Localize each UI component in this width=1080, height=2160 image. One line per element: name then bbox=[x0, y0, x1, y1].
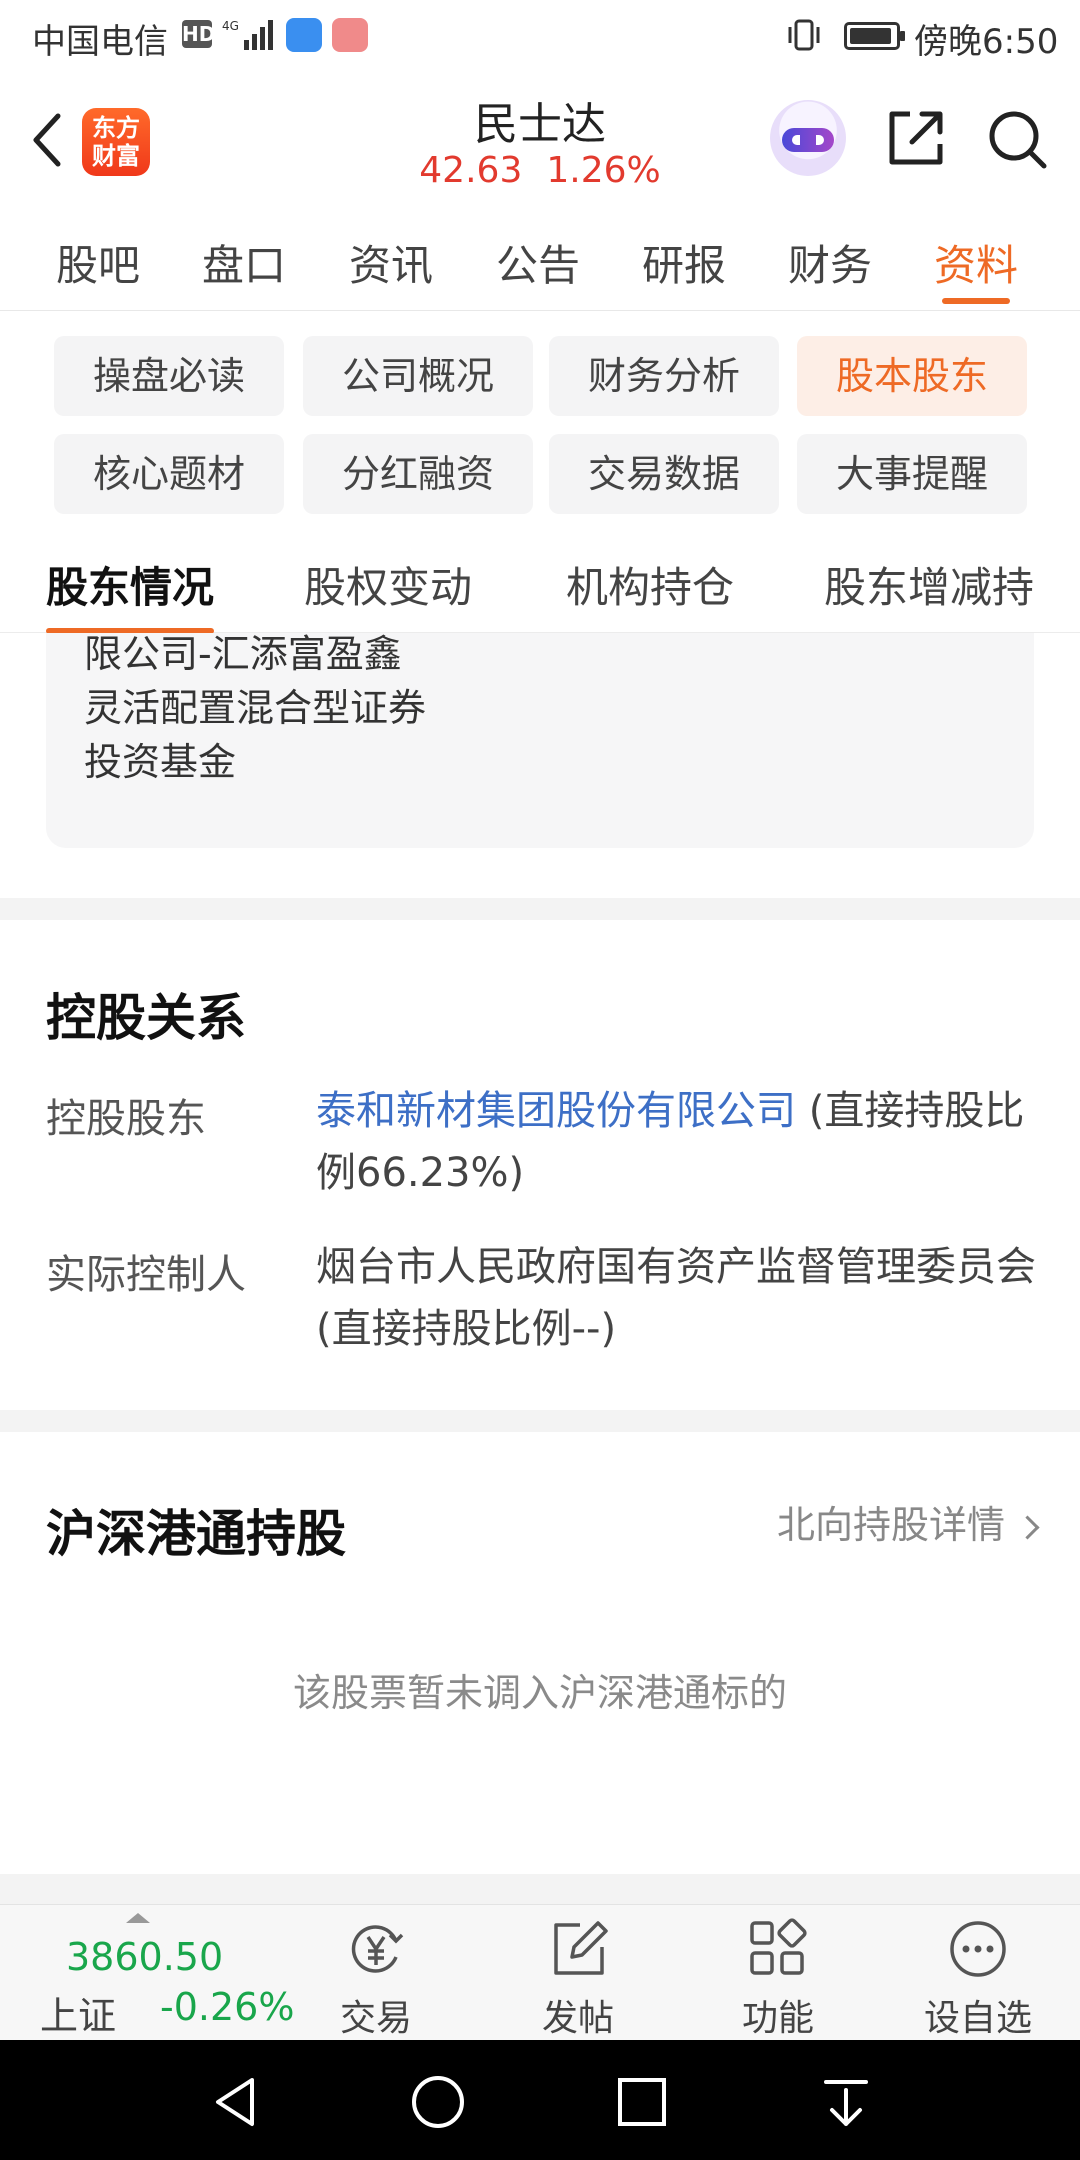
tab-announcements[interactable]: 公告 bbox=[496, 232, 580, 293]
shield-app-icon bbox=[286, 18, 322, 52]
stock-price: 42.63 bbox=[419, 150, 523, 191]
nav-home-icon[interactable] bbox=[408, 2072, 468, 2132]
subtab-label: 股东情况 bbox=[46, 563, 215, 612]
tab-profile[interactable]: 资料 bbox=[934, 232, 1019, 304]
clock: 傍晚6:50 bbox=[914, 22, 1059, 62]
controlling-shareholder-value: 泰和新材集团股份有限公司 (直接持股比例66.23%) bbox=[316, 1080, 1036, 1204]
subtab-institutional-holdings[interactable]: 机构持仓 bbox=[566, 554, 734, 615]
tab-label: 财务 bbox=[788, 241, 873, 290]
signal-icon: 4G bbox=[222, 19, 273, 50]
subtab-label: 机构持仓 bbox=[566, 563, 735, 612]
functions-grid-icon bbox=[750, 1918, 807, 1975]
northbound-details-label: 北向持股详情 bbox=[776, 1503, 1005, 1547]
sub-tab-bar: 股东情况 股权变动 机构持仓 股东增减持 bbox=[0, 540, 1080, 634]
tab-label: 资料 bbox=[934, 241, 1019, 290]
store-app-icon bbox=[332, 18, 368, 52]
tab-news[interactable]: 资讯 bbox=[349, 232, 433, 293]
northbound-details-link[interactable]: 北向持股详情 bbox=[776, 1494, 1040, 1549]
logo-text-bottom: 财富 bbox=[92, 142, 140, 170]
category-shareholders[interactable]: 股本股东 bbox=[797, 336, 1027, 416]
subtab-equity-changes[interactable]: 股权变动 bbox=[304, 554, 472, 615]
active-tab-indicator bbox=[942, 298, 1010, 304]
app-logo[interactable]: 东方 财富 bbox=[82, 108, 150, 176]
actual-controller-value: 烟台市人民政府国有资产监督管理委员会 (直接持股比例--) bbox=[316, 1236, 1036, 1360]
holding-relation-title: 控股关系 bbox=[46, 989, 246, 1047]
carrier-name: 中国电信 bbox=[32, 22, 168, 62]
index-name: 上证 bbox=[40, 1994, 117, 2038]
category-company-overview[interactable]: 公司概况 bbox=[303, 336, 533, 416]
search-icon[interactable] bbox=[984, 106, 1050, 172]
add-watchlist-button[interactable]: 设自选 bbox=[918, 1917, 1038, 2041]
tab-research[interactable]: 研报 bbox=[642, 232, 726, 293]
controlling-shareholder-label: 控股股东 bbox=[46, 1096, 206, 1142]
nav-notifications-icon[interactable] bbox=[816, 2072, 876, 2132]
category-dividends-financing[interactable]: 分红融资 bbox=[303, 434, 533, 514]
stock-header: 东方 财富 民士达 42.63 1.26% bbox=[0, 72, 1080, 207]
more-dots-icon bbox=[950, 1921, 1006, 1977]
tab-guba[interactable]: 股吧 bbox=[56, 232, 140, 293]
tab-label: 盘口 bbox=[202, 241, 287, 290]
subtab-holding-changes[interactable]: 股东增减持 bbox=[824, 554, 1034, 615]
ai-assistant-robot-icon[interactable] bbox=[770, 100, 846, 176]
post-label: 发帖 bbox=[541, 1998, 614, 2039]
share-icon[interactable] bbox=[884, 106, 948, 170]
status-bar: 中国电信 HD 4G 傍晚6:50 bbox=[0, 0, 1080, 72]
logo-text-top: 东方 bbox=[92, 114, 140, 142]
fund-name-line: 投资基金 bbox=[84, 740, 237, 784]
fund-name-line: 限公司-汇添富盈鑫 bbox=[84, 632, 402, 676]
category-financial-analysis[interactable]: 财务分析 bbox=[549, 336, 779, 416]
section-divider bbox=[0, 1410, 1080, 1432]
subtab-label: 股权变动 bbox=[304, 563, 473, 612]
tab-label: 资讯 bbox=[349, 241, 434, 290]
hk-connect-title: 沪深港通持股 bbox=[46, 1505, 346, 1563]
actual-controller-ratio: (直接持股比例--) bbox=[316, 1306, 617, 1352]
post-button[interactable]: 发帖 bbox=[518, 1917, 638, 2041]
hk-connect-empty-note: 该股票暂未调入沪深港通标的 bbox=[292, 1671, 787, 1715]
hd-badge-icon: HD bbox=[182, 20, 216, 48]
section-divider bbox=[0, 1874, 1080, 1904]
subtab-shareholder-status[interactable]: 股东情况 bbox=[46, 554, 215, 634]
nav-recents-icon[interactable] bbox=[612, 2072, 672, 2132]
category-trading-data[interactable]: 交易数据 bbox=[549, 434, 779, 514]
fund-holder-card: 限公司-汇添富盈鑫 灵活配置混合型证券 投资基金 bbox=[46, 632, 1034, 848]
category-core-themes[interactable]: 核心题材 bbox=[54, 434, 284, 514]
stock-name: 民士达 bbox=[474, 99, 606, 150]
category-trading-guide[interactable]: 操盘必读 bbox=[54, 336, 284, 416]
nav-back-icon[interactable] bbox=[206, 2072, 266, 2132]
system-navigation-bar bbox=[0, 2040, 1080, 2160]
tab-label: 股吧 bbox=[56, 241, 141, 290]
main-tab-bar: 股吧 盘口 资讯 公告 研报 财务 资料 bbox=[0, 206, 1080, 311]
functions-label: 功能 bbox=[741, 1998, 814, 2039]
trade-yuan-icon bbox=[351, 1925, 404, 1973]
tab-pankou[interactable]: 盘口 bbox=[202, 232, 286, 293]
index-value: 3860.50 bbox=[66, 1935, 224, 1979]
stock-change-pct: 1.26% bbox=[546, 150, 661, 191]
index-change: -0.26% bbox=[160, 1985, 295, 2029]
add-watchlist-label: 设自选 bbox=[923, 1998, 1032, 2039]
back-arrow-icon[interactable] bbox=[24, 108, 68, 172]
subtab-label: 股东增减持 bbox=[824, 563, 1035, 612]
bottom-toolbar: 3860.50 上证 -0.26% 交易 发帖 功能 设自选 bbox=[0, 1904, 1080, 2041]
actual-controller-name: 烟台市人民政府国有资产监督管理委员会 bbox=[316, 1244, 1036, 1290]
trade-label: 交易 bbox=[339, 1998, 412, 2039]
category-major-events[interactable]: 大事提醒 bbox=[797, 434, 1027, 514]
stock-quote: 42.63 1.26% bbox=[340, 150, 740, 191]
actual-controller-label: 实际控制人 bbox=[46, 1252, 246, 1298]
battery-icon bbox=[844, 22, 905, 50]
chevron-right-icon bbox=[1015, 1515, 1040, 1540]
functions-button[interactable]: 功能 bbox=[718, 1917, 838, 2041]
section-divider bbox=[0, 898, 1080, 920]
tab-label: 公告 bbox=[496, 241, 581, 290]
fund-name-line: 灵活配置混合型证券 bbox=[84, 686, 427, 730]
vibrate-icon bbox=[788, 19, 820, 51]
svg-text:4G: 4G bbox=[222, 19, 239, 33]
caret-up-icon bbox=[126, 1913, 150, 1923]
tab-label: 研报 bbox=[642, 241, 727, 290]
trade-button[interactable]: 交易 bbox=[316, 1917, 436, 2041]
tab-finance[interactable]: 财务 bbox=[788, 232, 872, 293]
edit-post-icon bbox=[554, 1921, 608, 1975]
controlling-shareholder-link[interactable]: 泰和新材集团股份有限公司 bbox=[316, 1088, 796, 1134]
